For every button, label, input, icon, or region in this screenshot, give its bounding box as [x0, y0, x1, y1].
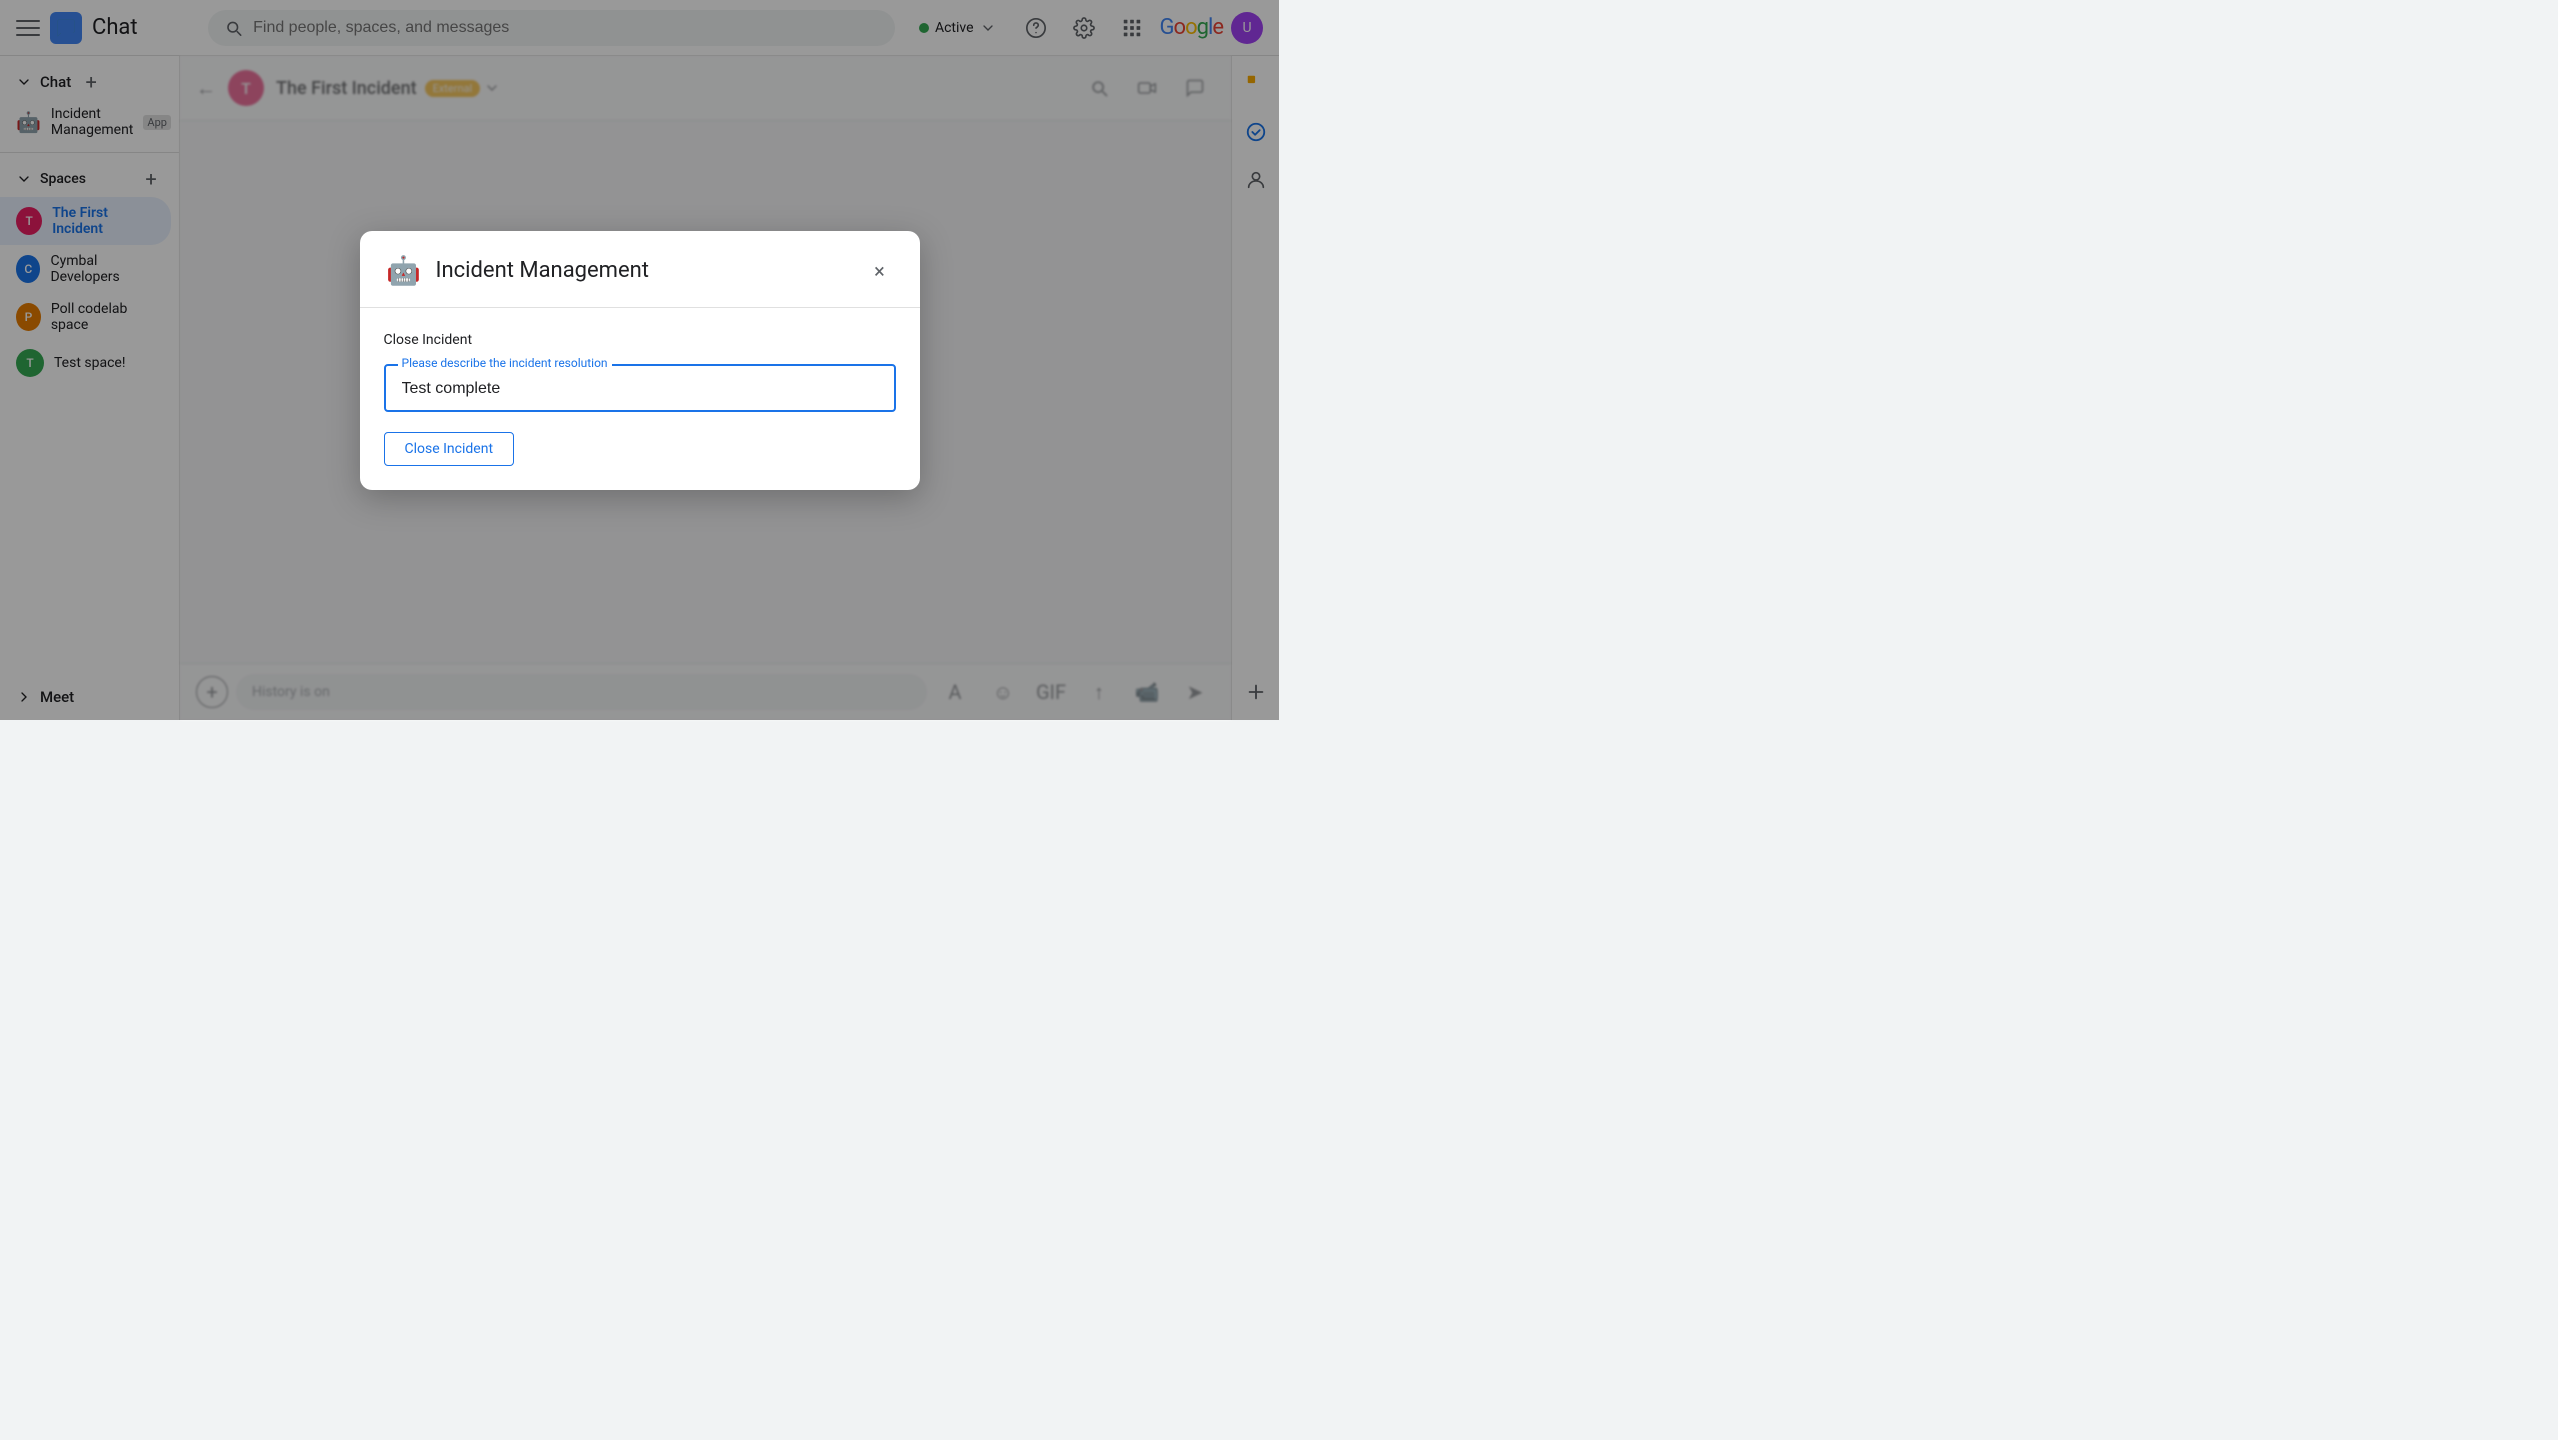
modal-overlay[interactable]: 🤖 Incident Management × Close Incident P…	[0, 0, 1279, 720]
resolution-input[interactable]	[402, 380, 878, 398]
close-incident-button[interactable]: Close Incident	[384, 432, 515, 466]
dialog-body: Close Incident Please describe the incid…	[360, 308, 920, 490]
dialog-header-left: 🤖 Incident Management	[384, 251, 650, 291]
dialog-header: 🤖 Incident Management ×	[360, 231, 920, 308]
dialog-robot-icon: 🤖	[384, 251, 424, 291]
dialog-close-button[interactable]: ×	[864, 255, 896, 287]
resolution-input-container: Please describe the incident resolution	[384, 364, 896, 412]
dialog-section-label: Close Incident	[384, 332, 896, 348]
dialog-title: Incident Management	[436, 258, 650, 283]
incident-management-dialog: 🤖 Incident Management × Close Incident P…	[360, 231, 920, 490]
input-floating-label: Please describe the incident resolution	[398, 356, 612, 370]
